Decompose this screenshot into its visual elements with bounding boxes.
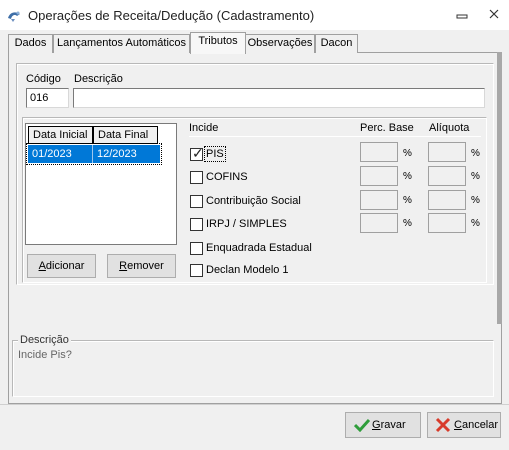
x-icon	[435, 417, 451, 433]
tab-label: Tributos	[198, 35, 238, 47]
adicionar-hotkey: A	[38, 260, 46, 272]
irpj-simples-checkbox[interactable]	[190, 218, 203, 231]
cancelar-button[interactable]: Cancelar	[427, 412, 501, 438]
contribuicao-social-checkbox[interactable]	[190, 195, 203, 208]
tab-label: Dacon	[320, 37, 353, 49]
cofins-aliquota-field[interactable]	[428, 166, 466, 186]
perc-base-heading: Perc. Base	[360, 122, 414, 134]
gravar-hotkey: G	[372, 419, 381, 431]
pis-label: PIS	[204, 146, 226, 162]
tab-dados[interactable]: Dados	[8, 34, 53, 53]
tab-label: Observações	[247, 37, 313, 49]
irpj-simples-perc-base-pct: %	[403, 218, 412, 229]
grid-header-data-inicial[interactable]: Data Inicial	[28, 126, 93, 144]
declan-modelo-1-label: Declan Modelo 1	[206, 264, 289, 276]
declan-modelo-1-checkbox[interactable]	[190, 264, 203, 277]
contribuicao-social-perc-base-pct: %	[403, 195, 412, 206]
irpj-simples-aliquota-pct: %	[471, 218, 480, 229]
contribuicao-social-perc-base-field[interactable]	[360, 190, 398, 210]
pis-aliquota-field[interactable]	[428, 142, 466, 162]
adicionar-label: dicionar	[45, 260, 85, 272]
panel-scrollbar[interactable]	[497, 52, 502, 324]
gravar-button[interactable]: Gravar	[345, 412, 421, 438]
cofins-perc-base-pct: %	[403, 171, 412, 182]
incide-heading: Incide	[189, 122, 219, 134]
irpj-simples-aliquota-field[interactable]	[428, 213, 466, 233]
contribuicao-social-label: Contribuição Social	[206, 195, 301, 207]
app-logo-icon	[6, 8, 22, 24]
incide-divider	[189, 136, 481, 137]
cancelar-label: ancelar	[461, 419, 499, 431]
vigencia-grid[interactable]: Data Inicial Data Final 01/2023 12/2023	[25, 123, 177, 245]
grid-cell-data-inicial: 01/2023	[28, 145, 93, 163]
cancelar-hotkey: C	[454, 419, 462, 431]
descricao-help-text: Incide Pis?	[18, 349, 72, 361]
descricao-field[interactable]	[73, 88, 485, 108]
enquadrada-estadual-label: Enquadrada Estadual	[206, 242, 312, 254]
footer-divider	[0, 404, 509, 405]
aliquota-heading: Alíquota	[429, 122, 470, 134]
minimize-icon	[456, 14, 468, 19]
remover-hotkey: R	[119, 260, 128, 272]
cofins-label: COFINS	[206, 171, 248, 183]
tab-label: Dados	[14, 37, 47, 49]
remover-label: emover	[127, 260, 164, 272]
descricao-label: Descrição	[74, 73, 123, 85]
pis-aliquota-pct: %	[471, 148, 480, 159]
codigo-label: Código	[26, 73, 61, 85]
tab-dacon[interactable]: Dacon	[315, 34, 358, 53]
codigo-field[interactable]: 016	[26, 88, 69, 108]
irpj-simples-label: IRPJ / SIMPLES	[206, 218, 287, 230]
grid-header-data-final[interactable]: Data Final	[93, 126, 158, 144]
window-title: Operações de Receita/Dedução (Cadastrame…	[28, 8, 315, 23]
enquadrada-estadual-checkbox[interactable]	[190, 242, 203, 255]
contribuicao-social-aliquota-field[interactable]	[428, 190, 466, 210]
grid-cell-data-final: 12/2023	[97, 148, 137, 160]
tab-strip: Dados Lançamentos Automáticos Tributos O…	[8, 32, 368, 54]
gravar-label: ravar	[380, 419, 406, 431]
pis-perc-base-field[interactable]	[360, 142, 398, 162]
pis-perc-base-pct: %	[403, 148, 412, 159]
minimize-button[interactable]	[452, 7, 472, 23]
cofins-checkbox[interactable]	[190, 171, 203, 184]
contribuicao-social-aliquota-pct: %	[471, 195, 480, 206]
checkmark-icon	[354, 418, 370, 432]
adicionar-button[interactable]: Adicionar	[27, 254, 96, 278]
close-button[interactable]	[484, 7, 504, 23]
tab-lancamentos-automaticos[interactable]: Lançamentos Automáticos	[53, 34, 190, 53]
pis-checkbox[interactable]: ✓	[190, 145, 204, 161]
remover-button[interactable]: Remover	[107, 254, 176, 278]
irpj-simples-perc-base-field[interactable]	[360, 213, 398, 233]
close-icon	[489, 9, 499, 19]
descricao-help-frame	[12, 340, 494, 397]
descricao-help-label: Descrição	[18, 334, 71, 346]
table-row[interactable]: 01/2023 12/2023	[26, 143, 162, 165]
cofins-perc-base-field[interactable]	[360, 166, 398, 186]
cofins-aliquota-pct: %	[471, 171, 480, 182]
check-icon: ✓	[192, 145, 204, 161]
tab-tributos[interactable]: Tributos	[190, 32, 246, 54]
tab-label: Lançamentos Automáticos	[56, 37, 187, 49]
tab-observacoes[interactable]: Observações	[245, 34, 315, 53]
